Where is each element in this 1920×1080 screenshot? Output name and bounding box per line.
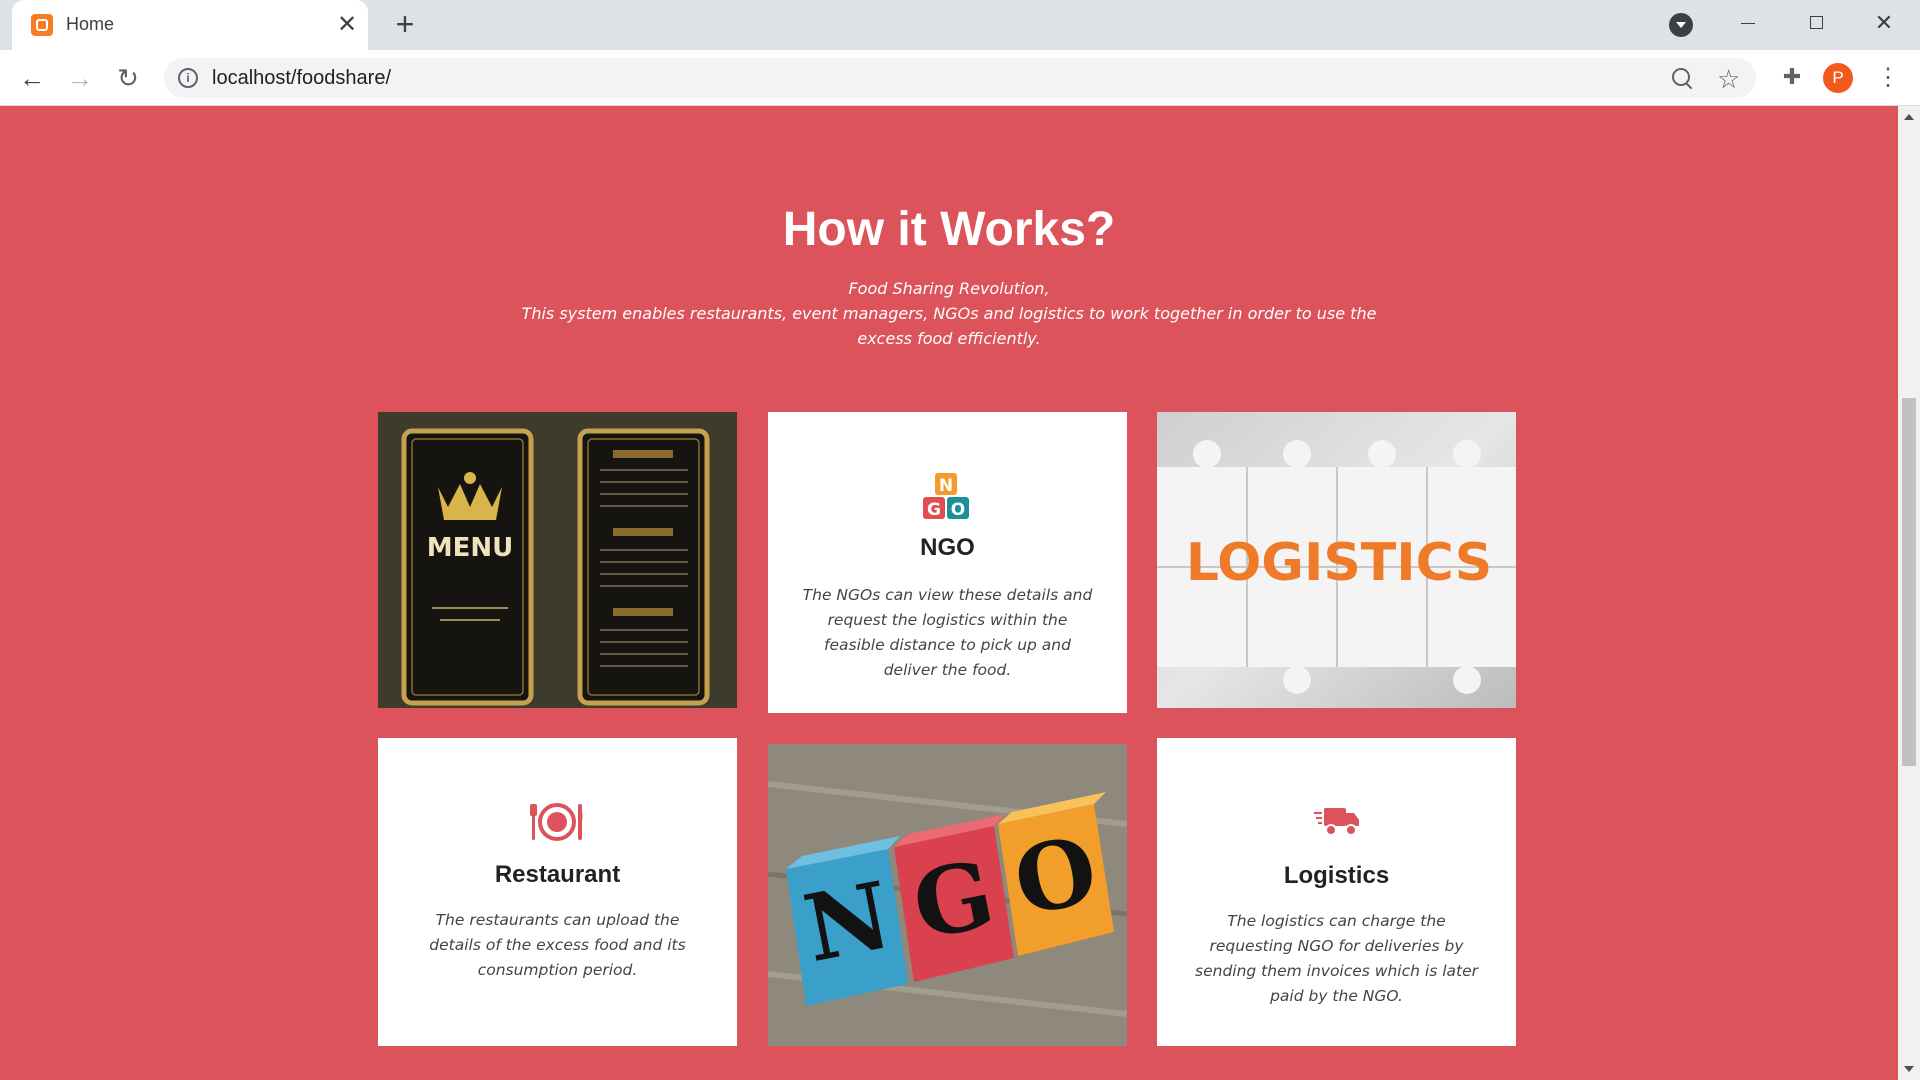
minimize-icon[interactable] <box>1725 6 1771 40</box>
scroll-up-arrow-icon[interactable] <box>1904 114 1914 120</box>
plate-cutlery-icon <box>530 803 583 841</box>
url-text[interactable]: localhost/foodshare/ <box>212 67 391 90</box>
bookmark-star-icon[interactable]: ☆ <box>1717 64 1740 95</box>
menu-image-card: MENU <box>378 412 737 708</box>
browser-toolbar: ← → ↻ i localhost/foodshare/ ☆ ✚ P ⋮ <box>0 50 1920 106</box>
page-viewport: How it Works? Food Sharing Revolution, T… <box>0 106 1898 1080</box>
ngo-icon-letter-g: G <box>927 500 941 520</box>
puzzle-image: LOGISTICS <box>1157 412 1516 708</box>
forward-arrow-icon[interactable]: → <box>64 62 96 94</box>
back-arrow-icon[interactable]: ← <box>16 62 48 94</box>
intro-line-1: Food Sharing Revolution, <box>848 279 1050 298</box>
address-bar[interactable]: i localhost/foodshare/ ☆ <box>164 58 1756 98</box>
close-window-icon[interactable]: ✕ <box>1861 6 1907 40</box>
zoom-icon[interactable] <box>1671 67 1693 89</box>
logistics-card-description: The logistics can charge the requesting … <box>1195 912 1478 1005</box>
ngo-card-title: NGO <box>920 534 975 561</box>
xampp-favicon-icon <box>31 14 53 36</box>
scrollbar-thumb[interactable] <box>1902 398 1916 766</box>
page-scrollbar[interactable] <box>1898 106 1920 1080</box>
tab-home[interactable]: Home ✕ <box>12 0 368 50</box>
menu-card-image: MENU <box>378 412 737 708</box>
restaurant-card-description: The restaurants can upload the details o… <box>429 911 686 979</box>
logistics-image-card: LOGISTICS <box>1157 412 1516 708</box>
logistics-word: LOGISTICS <box>1186 533 1492 593</box>
reload-icon[interactable]: ↻ <box>112 62 144 94</box>
logistics-card-title: Logistics <box>1283 862 1390 889</box>
ngo-info-card: N G O NGO The NGOs can view these detail… <box>768 412 1127 713</box>
ngo-icon-letter-o: O <box>951 500 965 520</box>
menu-word: MENU <box>427 533 514 563</box>
site-info-icon[interactable]: i <box>178 68 198 88</box>
logistics-info-card: Logistics The logistics can charge the r… <box>1157 738 1516 1046</box>
restaurant-info-card: Restaurant The restaurants can upload th… <box>378 738 737 1046</box>
restaurant-card-title: Restaurant <box>494 861 621 888</box>
close-tab-icon[interactable]: ✕ <box>334 12 360 38</box>
maximize-icon[interactable] <box>1793 6 1839 40</box>
ngo-icon-letter-n: N <box>939 476 953 496</box>
tab-title: Home <box>66 14 115 34</box>
section-title: How it Works? <box>782 203 1116 256</box>
profile-avatar[interactable]: P <box>1823 63 1853 93</box>
ngo-blocks-image-card: N G O <box>768 744 1127 1046</box>
tab-search-icon[interactable] <box>1669 13 1693 37</box>
ngo-blocks-icon: N G O <box>923 473 969 520</box>
section-intro: Food Sharing Revolution, This system ena… <box>500 276 1398 351</box>
scroll-down-arrow-icon[interactable] <box>1904 1066 1914 1072</box>
intro-line-2: This system enables restaurants, event m… <box>521 304 1377 348</box>
ngo-wooden-blocks-image: N G O <box>768 744 1127 1046</box>
delivery-truck-icon <box>1314 808 1359 836</box>
ngo-card-description: The NGOs can view these details and requ… <box>802 586 1093 679</box>
extensions-puzzle-icon[interactable]: ✚ <box>1779 64 1805 90</box>
new-tab-button[interactable]: + <box>390 8 420 40</box>
browser-tab-strip: Home ✕ + ✕ <box>0 0 1920 50</box>
browser-menu-icon[interactable]: ⋮ <box>1876 62 1900 94</box>
